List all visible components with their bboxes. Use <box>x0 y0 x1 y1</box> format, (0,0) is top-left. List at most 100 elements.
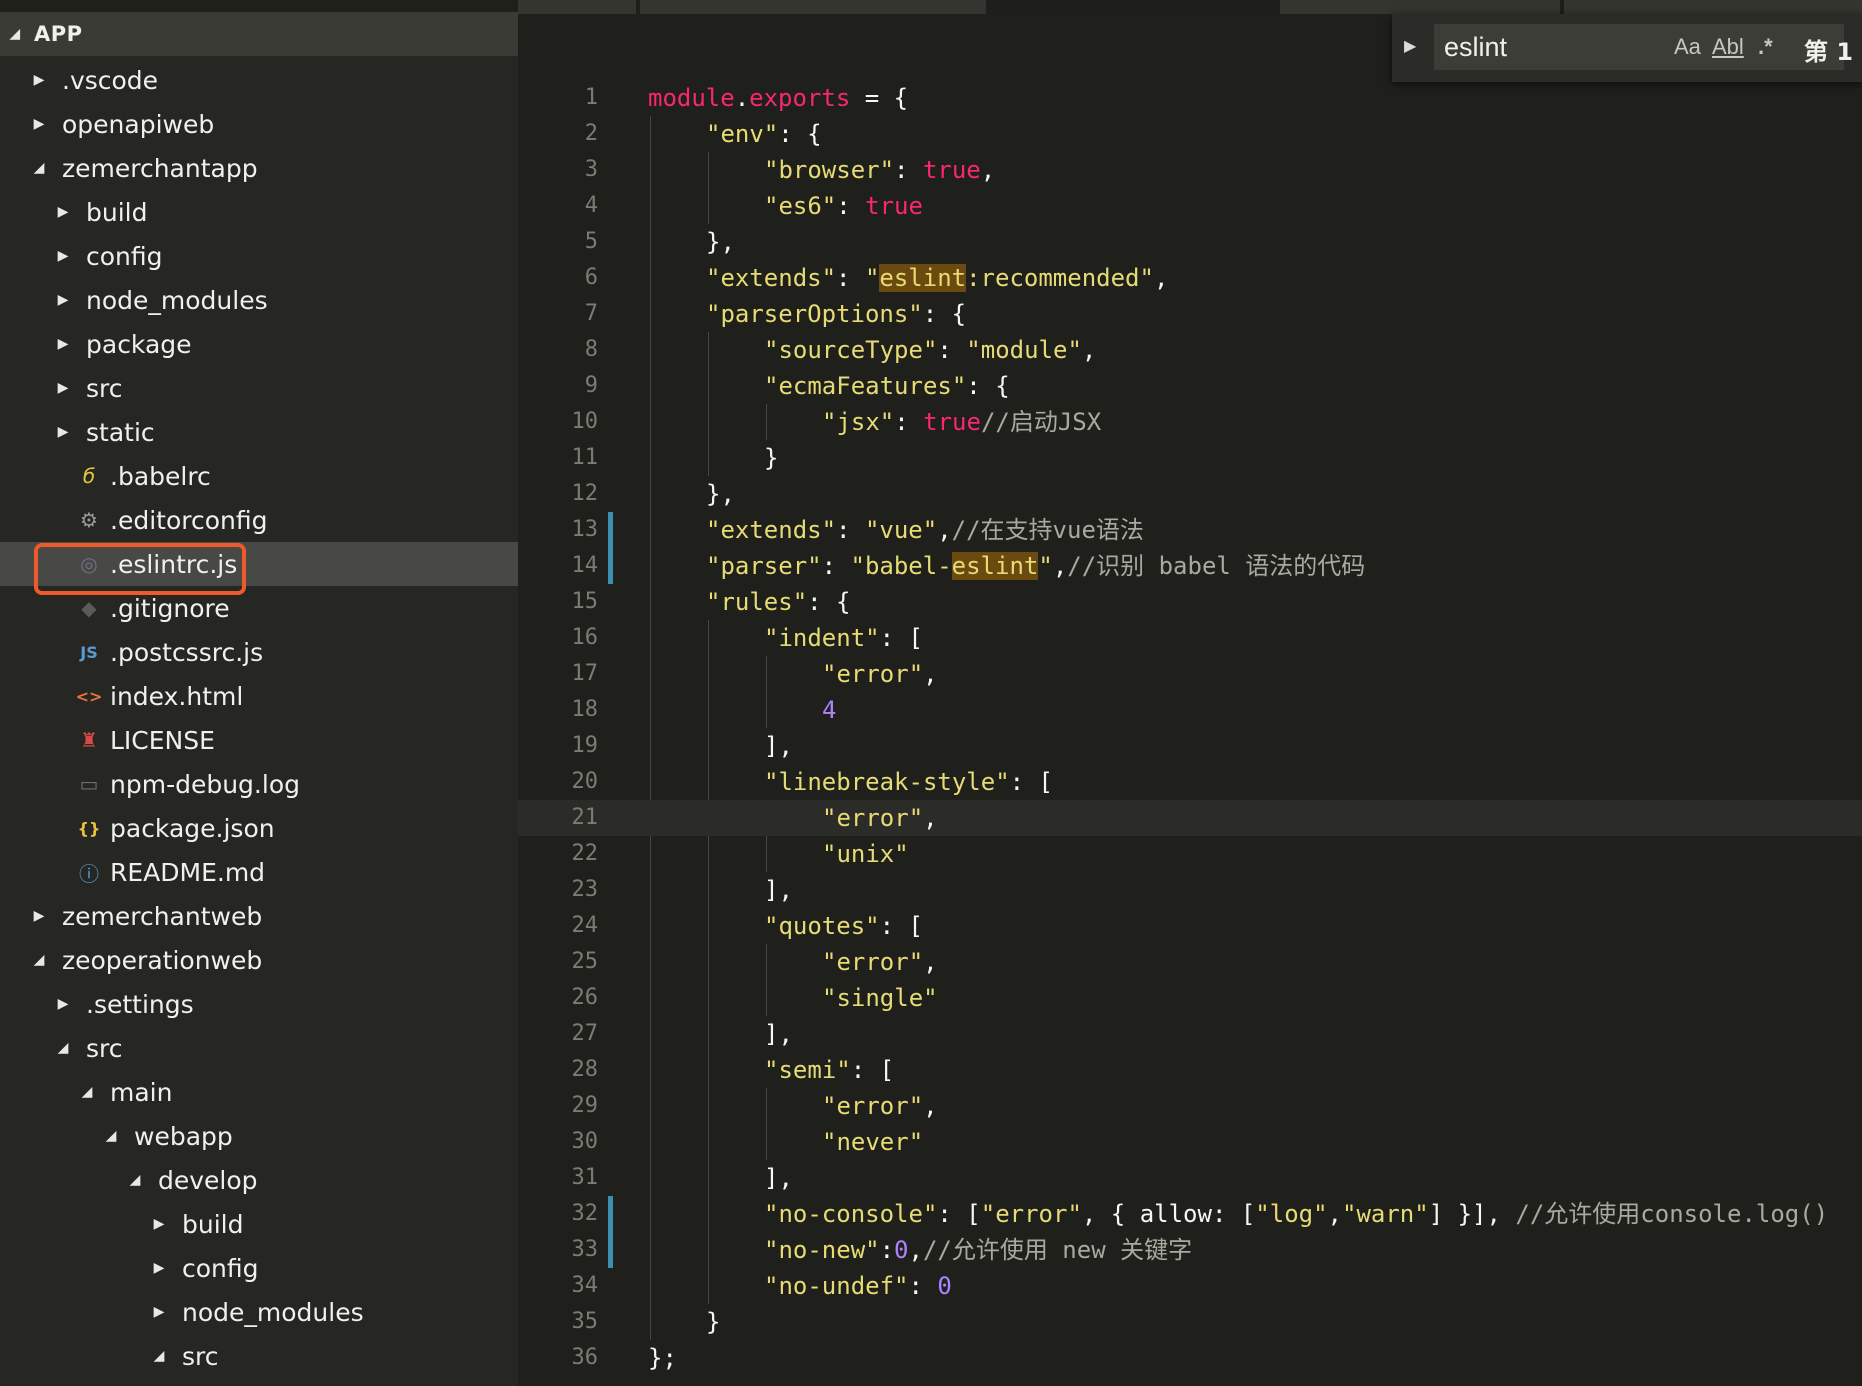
tree-folder-row[interactable]: ▶ build <box>0 190 518 234</box>
code-line[interactable]: 12}, <box>518 476 1862 512</box>
code-line[interactable]: 25 "error", <box>518 944 1862 980</box>
chevron-down-icon[interactable]: ◢ <box>148 1348 170 1364</box>
code-line[interactable]: 8 "sourceType": "module", <box>518 332 1862 368</box>
tree-folder-row[interactable]: ▶ static <box>0 410 518 454</box>
tree-file-row[interactable]: ▭ npm-debug.log <box>0 762 518 806</box>
code-line[interactable]: 36}; <box>518 1340 1862 1376</box>
chevron-right-icon[interactable]: ▶ <box>148 1216 170 1232</box>
code-line[interactable]: 15 "rules": { <box>518 584 1862 620</box>
code-line[interactable]: 9 "ecmaFeatures": { <box>518 368 1862 404</box>
chevron-down-icon[interactable]: ◢ <box>76 1084 98 1100</box>
code-line[interactable]: 10 "jsx": true//启动JSX <box>518 404 1862 440</box>
code-line[interactable]: 23], <box>518 872 1862 908</box>
tree-folder-row[interactable]: ◢ develop <box>0 1158 518 1202</box>
code-line[interactable]: 1 module.exports = { <box>518 80 1862 116</box>
tree-folder-row[interactable]: ▶ package <box>0 322 518 366</box>
tree-folder-row[interactable]: ▶ src <box>0 366 518 410</box>
tree-folder-row[interactable]: ▶ config <box>0 1246 518 1290</box>
code-line[interactable]: 29 "error", <box>518 1088 1862 1124</box>
whole-word-toggle[interactable]: Abl <box>1712 34 1744 60</box>
tree-folder-row[interactable]: ◢ zeoperationweb <box>0 938 518 982</box>
chevron-right-icon[interactable]: ▶ <box>52 424 74 440</box>
code-line[interactable]: 2 "env": { <box>518 116 1862 152</box>
code-line[interactable]: 22 "unix" <box>518 836 1862 872</box>
code-line[interactable]: 33 "no-new":0,//允许使用 new 关键字 <box>518 1232 1862 1268</box>
tree-file-row[interactable]: ◆ .gitignore <box>0 586 518 630</box>
tab[interactable] <box>518 0 636 14</box>
code-line[interactable]: 20 "linebreak-style": [ <box>518 764 1862 800</box>
tree-folder-row[interactable]: ▶ build <box>0 1202 518 1246</box>
tree-folder-row[interactable]: ▶ .settings <box>0 982 518 1026</box>
tree-file-row[interactable]: б .babelrc <box>0 454 518 498</box>
chevron-down-icon[interactable]: ◢ <box>124 1172 146 1188</box>
chevron-down-icon[interactable]: ◢ <box>28 160 50 176</box>
chevron-right-icon[interactable]: ▶ <box>148 1260 170 1276</box>
tree-folder-row[interactable]: ◢ src <box>0 1026 518 1070</box>
code-line[interactable]: 35} <box>518 1304 1862 1340</box>
code-line[interactable]: 14 "parser": "babel-eslint",//识别 babel 语法… <box>518 548 1862 584</box>
code-line[interactable]: 31], <box>518 1160 1862 1196</box>
tree-folder-row[interactable]: ▶ node_modules <box>0 278 518 322</box>
chevron-down-icon[interactable]: ◢ <box>4 26 26 42</box>
tree-folder-row[interactable]: ◢ src <box>0 1334 518 1378</box>
tree-folder-row[interactable]: ◢ zemerchantapp <box>0 146 518 190</box>
code-line[interactable]: 30 "never" <box>518 1124 1862 1160</box>
regex-toggle[interactable]: .* <box>1758 34 1773 60</box>
code-line[interactable]: 32 "no-console": ["error", { allow: ["log… <box>518 1196 1862 1232</box>
tab[interactable] <box>640 0 986 14</box>
code-line[interactable]: 19], <box>518 728 1862 764</box>
code-line[interactable]: 7 "parserOptions": { <box>518 296 1862 332</box>
tree-file-row[interactable]: <> index.html <box>0 674 518 718</box>
tree-file-row[interactable]: ⚙ .editorconfig <box>0 498 518 542</box>
code-line[interactable]: 34 "no-undef": 0 <box>518 1268 1862 1304</box>
tree-file-row[interactable]: JS .postcssrc.js <box>0 630 518 674</box>
tab[interactable] <box>1280 0 1560 14</box>
code-line[interactable]: 28 "semi": [ <box>518 1052 1862 1088</box>
find-input[interactable] <box>1434 24 1844 70</box>
code-line[interactable]: 11} <box>518 440 1862 476</box>
chevron-right-icon[interactable]: ▶ <box>52 292 74 308</box>
tree-file-row[interactable]: ♜ LICENSE <box>0 718 518 762</box>
tree-folder-row[interactable]: ▶ zemerchantweb <box>0 894 518 938</box>
chevron-right-icon[interactable]: ▶ <box>28 116 50 132</box>
chevron-right-icon[interactable]: ▶ <box>28 72 50 88</box>
tree-file-row[interactable]: {} package.json <box>0 806 518 850</box>
code-line[interactable]: 17 "error", <box>518 656 1862 692</box>
tree-folder-row[interactable]: ▶ .vscode <box>0 58 518 102</box>
code-token: "single" <box>822 984 938 1012</box>
tree-file-row[interactable]: ◎ .eslintrc.js <box>0 542 518 586</box>
code-line[interactable]: 5}, <box>518 224 1862 260</box>
tree-folder-row[interactable]: ▶ node_modules <box>0 1290 518 1334</box>
code-line[interactable]: 18 4 <box>518 692 1862 728</box>
code-line[interactable]: 3 "browser": true, <box>518 152 1862 188</box>
tree-folder-row[interactable]: ◢ webapp <box>0 1114 518 1158</box>
chevron-right-icon[interactable]: ▶ <box>52 204 74 220</box>
code-line[interactable]: 21 "error", <box>518 800 1862 836</box>
tree-folder-row[interactable]: ◢ main <box>0 1070 518 1114</box>
chevron-right-icon[interactable]: ▶ <box>28 908 50 924</box>
tree-folder-row[interactable]: ▶ openapiweb <box>0 102 518 146</box>
tab[interactable] <box>1564 0 1862 14</box>
explorer-root-header[interactable]: ◢ APP <box>0 12 518 56</box>
code-editor[interactable]: 1 module.exports = {2 "env": {3 "browser": … <box>518 14 1862 1386</box>
tree-item-label: zeoperationweb <box>62 945 263 975</box>
code-line[interactable]: 4 "es6": true <box>518 188 1862 224</box>
tree-folder-row[interactable]: ▶ config <box>0 234 518 278</box>
chevron-right-icon[interactable]: ▶ <box>52 336 74 352</box>
toggle-replace-icon[interactable]: ▶ <box>1404 36 1416 55</box>
code-line[interactable]: 13 "extends": "vue",//在支持vue语法 <box>518 512 1862 548</box>
code-line[interactable]: 24 "quotes": [ <box>518 908 1862 944</box>
code-line[interactable]: 16 "indent": [ <box>518 620 1862 656</box>
chevron-right-icon[interactable]: ▶ <box>52 248 74 264</box>
match-case-toggle[interactable]: Aa <box>1674 34 1701 60</box>
chevron-right-icon[interactable]: ▶ <box>52 996 74 1012</box>
chevron-down-icon[interactable]: ◢ <box>100 1128 122 1144</box>
chevron-right-icon[interactable]: ▶ <box>148 1304 170 1320</box>
chevron-right-icon[interactable]: ▶ <box>52 380 74 396</box>
tree-file-row[interactable]: ⓘ README.md <box>0 850 518 894</box>
chevron-down-icon[interactable]: ◢ <box>52 1040 74 1056</box>
chevron-down-icon[interactable]: ◢ <box>28 952 50 968</box>
code-line[interactable]: 27], <box>518 1016 1862 1052</box>
code-line[interactable]: 26 "single" <box>518 980 1862 1016</box>
code-line[interactable]: 6 "extends": "eslint:recommended", <box>518 260 1862 296</box>
